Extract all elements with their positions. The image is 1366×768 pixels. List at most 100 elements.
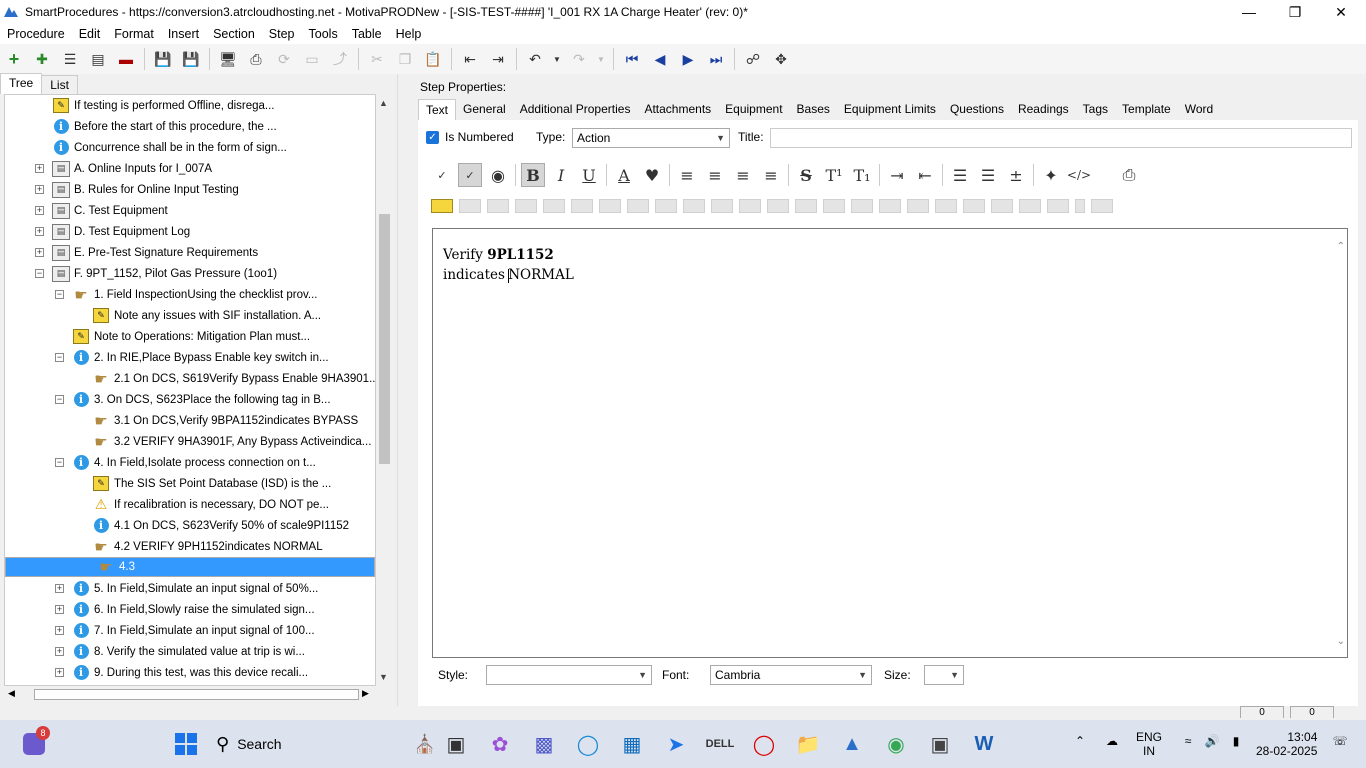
table-tool-icon[interactable]	[1091, 199, 1113, 213]
language-indicator[interactable]: ENG IN	[1136, 730, 1162, 758]
list-props-icon[interactable]: ▤	[87, 48, 109, 70]
editor-scroll-up-icon[interactable]: ⌃	[1337, 241, 1345, 252]
tab-questions[interactable]: Questions	[943, 99, 1011, 121]
menu-help[interactable]: Help	[389, 27, 429, 41]
highlight-icon[interactable]: ◉	[486, 163, 510, 187]
file-explorer-icon[interactable]: 📁	[794, 730, 822, 758]
print-preview-icon[interactable]: ⎙	[1117, 163, 1141, 187]
menu-table[interactable]: Table	[345, 27, 389, 41]
align-left-icon[interactable]: ≡	[675, 163, 699, 187]
task-view-icon[interactable]: ▣	[442, 730, 470, 758]
tree-node[interactable]: + ▤ E. Pre-Test Signature Requirements	[5, 242, 375, 263]
tree-node[interactable]: + i 5. In Field,Simulate an input signal o…	[5, 578, 375, 599]
table-tool-icon[interactable]	[1019, 199, 1041, 213]
close-button[interactable]: ✕	[1318, 0, 1364, 24]
collapse-icon[interactable]: −	[55, 395, 64, 404]
outdent-icon[interactable]: ⇤	[459, 48, 481, 70]
expand-icon[interactable]: +	[55, 668, 64, 677]
scroll-right-icon[interactable]: ▶	[362, 688, 369, 699]
tab-word[interactable]: Word	[1178, 99, 1220, 121]
expand-icon[interactable]: +	[55, 584, 64, 593]
magic-wand-icon[interactable]: ✦	[1039, 163, 1063, 187]
restore-button[interactable]: ❐	[1272, 0, 1318, 24]
table-tool-icon[interactable]	[739, 199, 761, 213]
list-icon[interactable]: ☰	[59, 48, 81, 70]
tab-readings[interactable]: Readings	[1011, 99, 1076, 121]
table-tool-icon[interactable]	[879, 199, 901, 213]
table-tool-icon[interactable]	[711, 199, 733, 213]
tree-node[interactable]: ☛ 4.2 VERIFY 9PH1152indicates NORMAL	[5, 536, 375, 557]
scroll-left-icon[interactable]: ◀	[8, 688, 15, 699]
underline-icon[interactable]: U	[577, 163, 601, 187]
table-tool-icon[interactable]	[487, 199, 509, 213]
table-tool-icon[interactable]	[683, 199, 705, 213]
tree-node[interactable]: i Before the start of this procedure, the…	[5, 116, 375, 137]
clock[interactable]: 13:04 28-02-2025	[1256, 730, 1317, 758]
tree-node[interactable]: + ▤ C. Test Equipment	[5, 200, 375, 221]
taskbar-search[interactable]: ⚲ Search ⛪	[216, 728, 436, 760]
tree-node[interactable]: ☛ 3.2 VERIFY 9HA3901F, Any Bypass Activei…	[5, 431, 375, 452]
table-tool-icon[interactable]	[571, 199, 593, 213]
table-tool-icon[interactable]	[963, 199, 985, 213]
strikethrough-icon[interactable]: S	[794, 163, 818, 187]
remote-desktop-icon[interactable]: ▣	[926, 730, 954, 758]
table-tool-icon[interactable]	[1047, 199, 1069, 213]
collapse-icon[interactable]: −	[55, 290, 64, 299]
menu-section[interactable]: Section	[206, 27, 262, 41]
paste-icon[interactable]: 📋	[422, 48, 444, 70]
find-icon[interactable]: ☍	[742, 48, 764, 70]
tree-hscroll-thumb[interactable]	[34, 689, 359, 700]
style-select[interactable]: ▼	[486, 665, 652, 685]
expand-icon[interactable]: +	[55, 605, 64, 614]
expand-icon[interactable]: +	[35, 206, 44, 215]
tree-node[interactable]: + i 8. Verify the simulated value at trip …	[5, 641, 375, 662]
tree-node[interactable]: + i 7. In Field,Simulate an input signal o…	[5, 620, 375, 641]
collapse-icon[interactable]: −	[55, 458, 64, 467]
notifications-icon[interactable]: ☏	[1330, 734, 1350, 748]
menu-tools[interactable]: Tools	[302, 27, 345, 41]
insert-table-icon[interactable]	[431, 199, 453, 213]
tab-attachments[interactable]: Attachments	[637, 99, 718, 121]
copilot-icon[interactable]: ✿	[486, 730, 514, 758]
smartprocedures-taskbar-icon[interactable]: ▲	[838, 730, 866, 758]
word-icon[interactable]: W	[970, 730, 998, 758]
insert-line-icon[interactable]: ±	[1004, 163, 1028, 187]
previous-icon[interactable]: ◀	[649, 48, 671, 70]
tree-node[interactable]: ✎ The SIS Set Point Database (ISD) is the…	[5, 473, 375, 494]
tab-additional-properties[interactable]: Additional Properties	[513, 99, 638, 121]
undo-icon[interactable]: ↶	[524, 48, 546, 70]
tree-node[interactable]: + i 6. In Field,Slowly raise the simulated…	[5, 599, 375, 620]
spellcheck-as-you-type-icon[interactable]: ✓	[458, 163, 482, 187]
save-icon[interactable]: 💾	[180, 48, 202, 70]
table-tool-icon[interactable]	[1075, 199, 1085, 213]
tab-list[interactable]: List	[41, 75, 78, 94]
tree-node[interactable]: + ▤ A. Online Inputs for I_007A	[5, 158, 375, 179]
type-select[interactable]: Action ▼	[572, 128, 730, 148]
expand-icon[interactable]: +	[35, 164, 44, 173]
copy-icon[interactable]: ❐	[394, 48, 416, 70]
table-tool-icon[interactable]	[459, 199, 481, 213]
dell-icon[interactable]: DELL	[706, 730, 735, 758]
tree-node[interactable]: − i 2. In RIE,Place Bypass Enable key swit…	[5, 347, 375, 368]
tree-node[interactable]: + ▤ D. Test Equipment Log	[5, 221, 375, 242]
tree-node[interactable]: − i 4. In Field,Isolate process connection…	[5, 452, 375, 473]
chevron-up-icon[interactable]: ⌃	[1072, 734, 1088, 748]
tree-node[interactable]: i 4.1 On DCS, S623Verify 50% of scale9PI1…	[5, 515, 375, 536]
subscript-icon[interactable]: T₁	[850, 163, 874, 187]
tree-node[interactable]: ⚠ If recalibration is necessary, DO NOT p…	[5, 494, 375, 515]
editor-content[interactable]: Verify 9PL1152 indicates NORMAL	[443, 245, 574, 285]
justify-icon[interactable]: ≡	[759, 163, 783, 187]
window-icon[interactable]: ▭	[301, 48, 323, 70]
tab-text[interactable]: Text	[418, 99, 457, 121]
monitor-icon[interactable]: 🖥	[217, 48, 239, 70]
redo-icon[interactable]: ↷	[568, 48, 590, 70]
tree-node[interactable]: ☛ 2.1 On DCS, S619Verify Bypass Enable 9H…	[5, 368, 375, 389]
fill-color-icon[interactable]: ♥	[640, 163, 664, 187]
table-tool-icon[interactable]	[767, 199, 789, 213]
menu-edit[interactable]: Edit	[72, 27, 108, 41]
font-color-icon[interactable]: A	[612, 163, 636, 187]
table-tool-icon[interactable]	[823, 199, 845, 213]
table-tool-icon[interactable]	[907, 199, 929, 213]
menu-insert[interactable]: Insert	[161, 27, 206, 41]
redo-dropdown-icon[interactable]: ▼	[596, 48, 606, 70]
